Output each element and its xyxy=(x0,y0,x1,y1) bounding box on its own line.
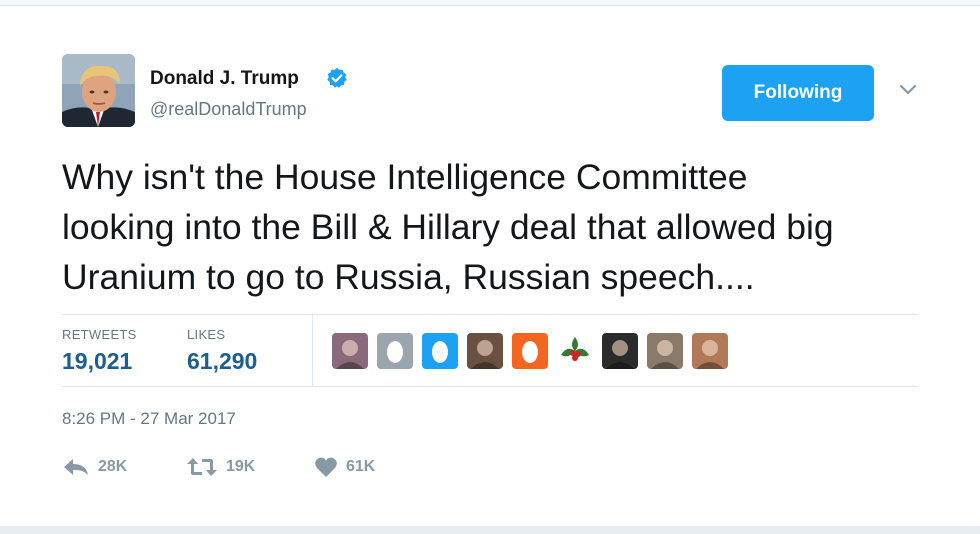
like-button[interactable]: 61K xyxy=(314,456,375,478)
tweet-card: Donald J. Trump @realDonaldTrump Followi… xyxy=(0,6,980,526)
liker-avatar[interactable] xyxy=(602,333,638,369)
liker-avatar[interactable] xyxy=(377,333,413,369)
liker-photo xyxy=(602,333,638,369)
egg-avatar-icon xyxy=(377,333,413,369)
likes-stat[interactable]: LIKES 61,290 xyxy=(187,327,257,375)
retweet-icon xyxy=(187,458,217,476)
retweets-count: 19,021 xyxy=(62,348,133,374)
egg-avatar-icon xyxy=(422,333,458,369)
tweet-stats: RETWEETS 19,021 LIKES 61,290 xyxy=(62,314,918,387)
reply-count: 28K xyxy=(98,458,128,475)
like-count: 61K xyxy=(346,458,376,475)
likes-label: LIKES xyxy=(187,327,226,342)
tweet-line: Why isn't the House Intelligence Committ… xyxy=(62,157,748,197)
retweet-button[interactable]: 19K xyxy=(186,456,255,478)
retweet-count: 19K xyxy=(226,458,256,475)
tweet-line: looking into the Bill & Hillary deal tha… xyxy=(62,207,834,247)
reply-button[interactable]: 28K xyxy=(62,456,127,478)
tweet-line: Uranium to go to Russia, Russian speech.… xyxy=(62,257,755,297)
stats-divider xyxy=(312,315,313,387)
liker-avatar[interactable] xyxy=(512,333,548,369)
retweets-label: RETWEETS xyxy=(62,327,137,342)
liker-avatar[interactable] xyxy=(692,333,728,369)
tweet-text: Why isn't the House Intelligence Committ… xyxy=(62,152,942,302)
liker-avatar[interactable] xyxy=(647,333,683,369)
heart-icon xyxy=(315,457,337,477)
user-handle[interactable]: @realDonaldTrump xyxy=(150,99,307,120)
profile-photo xyxy=(62,54,135,127)
egg-avatar-icon xyxy=(512,333,548,369)
liker-avatar[interactable] xyxy=(332,333,368,369)
verified-badge-icon xyxy=(327,67,347,88)
page-bottom-edge xyxy=(0,526,980,534)
chevron-down-icon[interactable] xyxy=(898,82,918,96)
liker-photo xyxy=(332,333,368,369)
user-display-name[interactable]: Donald J. Trump xyxy=(150,68,299,90)
liker-photo xyxy=(647,333,683,369)
liker-photo xyxy=(467,333,503,369)
holly-icon xyxy=(557,333,593,369)
reply-icon xyxy=(64,459,88,475)
following-button[interactable]: Following xyxy=(722,65,874,121)
following-button-label: Following xyxy=(753,82,843,103)
tweet-timestamp[interactable]: 8:26 PM - 27 Mar 2017 xyxy=(62,409,236,429)
likes-count: 61,290 xyxy=(187,348,258,374)
liker-avatar[interactable] xyxy=(422,333,458,369)
profile-avatar[interactable] xyxy=(62,54,135,127)
retweets-stat[interactable]: RETWEETS 19,021 xyxy=(62,327,137,375)
liker-photo xyxy=(692,333,728,369)
liker-avatar[interactable] xyxy=(467,333,503,369)
liker-avatar[interactable] xyxy=(557,333,593,369)
